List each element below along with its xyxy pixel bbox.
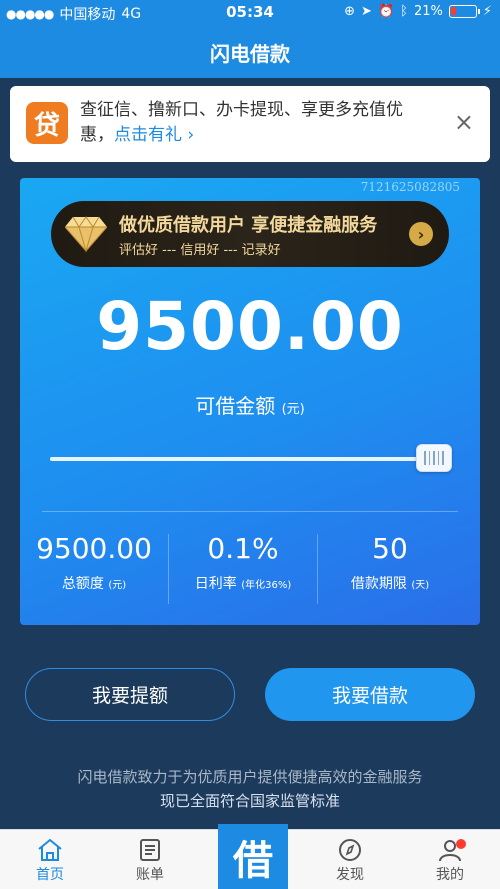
stat-label: 日利率 (年化36%): [168, 573, 318, 593]
promo-link[interactable]: 点击有礼 ›: [114, 125, 194, 145]
status-bar: ●●●●● 中国移动 4G 05:34 ⊕ ➤ ⏰ ᛒ 21% ⚡: [0, 0, 500, 26]
stat-value: 9500.00: [36, 532, 152, 565]
notification-dot: [456, 839, 466, 849]
footer-line-1: 闪电借款致力于为优质用户提供便捷高效的金融服务: [77, 768, 423, 786]
charging-icon: ⚡: [482, 4, 492, 19]
tab-bill[interactable]: 账单: [100, 830, 200, 889]
stat-value: 0.1%: [207, 532, 279, 565]
vip-banner[interactable]: 做优质借款用户 享便捷金融服务 评估好 --- 信用好 --- 记录好 ›: [51, 201, 449, 267]
stat-value: 50: [372, 532, 408, 565]
stat-unit: (天): [411, 580, 430, 591]
stat-daily-rate: 0.1% 日利率 (年化36%): [168, 532, 318, 593]
tab-mine-label: 我的: [436, 867, 464, 883]
tab-home-label: 首页: [36, 867, 64, 883]
stat-label-text: 日利率: [194, 576, 237, 592]
tab-discover[interactable]: 发现: [300, 830, 400, 889]
stat-label-text: 借款期限: [350, 576, 407, 592]
top-bar: ●●●●● 中国移动 4G 05:34 ⊕ ➤ ⏰ ᛒ 21% ⚡ 闪电借款: [0, 0, 500, 78]
stat-label-text: 总额度: [61, 576, 104, 592]
battery-icon: [448, 5, 480, 18]
amount-unit: (元): [281, 402, 305, 417]
close-icon[interactable]: ×: [454, 108, 474, 136]
promo-banner[interactable]: 贷 查征信、撸新口、办卡提现、享更多充值优惠，点击有礼 › ×: [10, 86, 490, 162]
footer-line-2: 现已全面符合国家监管标准: [159, 792, 340, 810]
stat-loan-term: 50 借款期限 (天): [317, 532, 463, 593]
home-icon: [38, 838, 62, 861]
vip-title: 做优质借款用户 享便捷金融服务: [119, 215, 378, 236]
borrow-button[interactable]: 我要借款: [265, 668, 475, 721]
amount-slider-handle[interactable]: [416, 444, 452, 472]
amount-slider-track[interactable]: [50, 457, 448, 461]
loan-icon: 贷: [26, 102, 68, 144]
stat-total-limit: 9500.00 总额度 (元): [20, 532, 168, 593]
stat-label: 借款期限 (天): [317, 573, 463, 593]
page-title: 闪电借款: [210, 42, 290, 66]
loan-amount: 9500.00: [96, 288, 404, 365]
chevron-right-icon[interactable]: ›: [409, 222, 433, 246]
promo-text: 查征信、撸新口、办卡提现、享更多充值优惠，点击有礼 ›: [80, 98, 430, 148]
bluetooth-icon: ᛒ: [400, 4, 408, 19]
amount-label: 可借金额 (元): [20, 390, 480, 419]
footer-text: 闪电借款致力于为优质用户提供便捷高效的金融服务 现已全面符合国家监管标准: [0, 765, 500, 813]
lock-rotation-icon: ⊕: [344, 4, 356, 19]
reference-code: 7121625082805: [360, 180, 460, 194]
tab-mine[interactable]: 我的: [400, 830, 500, 889]
loan-card: 7121625082805 做优质借款用户 享便捷金融服务 评估好 --- 信用…: [20, 178, 480, 625]
stat-label: 总额度 (元): [20, 573, 168, 593]
bill-icon: [140, 839, 160, 861]
stat-unit: (年化36%): [241, 580, 292, 591]
tab-home[interactable]: 首页: [0, 830, 100, 889]
tab-borrow[interactable]: 借: [218, 824, 288, 889]
amount-slider-fill: [50, 457, 434, 461]
compass-icon: [339, 839, 361, 861]
vip-subtitle: 评估好 --- 信用好 --- 记录好: [119, 243, 281, 258]
tab-bill-label: 账单: [136, 867, 164, 883]
amount-label-text: 可借金额: [195, 394, 276, 418]
alarm-icon: ⏰: [377, 4, 395, 19]
location-icon: ➤: [361, 4, 372, 19]
battery-percent: 21%: [413, 4, 443, 19]
stat-unit: (元): [108, 580, 127, 591]
tab-discover-label: 发现: [336, 867, 364, 883]
raise-limit-button[interactable]: 我要提额: [25, 668, 235, 721]
diamond-icon: [65, 216, 107, 253]
divider: [42, 511, 458, 512]
